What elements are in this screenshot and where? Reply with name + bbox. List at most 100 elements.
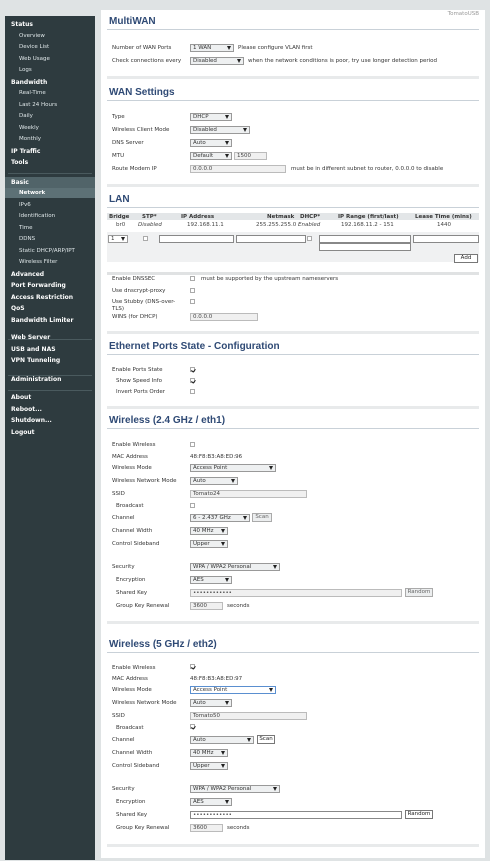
sidebar-item-logs[interactable]: Logs (19, 67, 32, 73)
invert-ports-order-checkbox[interactable] (190, 389, 195, 394)
wireless-client-mode-select[interactable]: Disabled (190, 126, 250, 134)
sidebar-item-advanced[interactable]: Advanced (11, 271, 44, 278)
w5-broadcast-checkbox[interactable] (190, 724, 195, 729)
sidebar-item-time[interactable]: Time (19, 225, 32, 231)
stubby-checkbox[interactable] (190, 299, 195, 304)
w24-renewal-input[interactable]: 3600 (190, 602, 223, 610)
w24-width-select[interactable]: 40 MHz (190, 527, 228, 535)
sidebar-item-vpn-tunneling[interactable]: VPN Tunneling (11, 357, 60, 364)
w5-enable-checkbox[interactable] (190, 664, 195, 669)
sidebar-item-wireless-filter[interactable]: Wireless Filter (19, 259, 57, 265)
w24-mode-select[interactable]: Access Point (190, 464, 276, 472)
section-rule (107, 428, 479, 429)
sidebar-item-ip-traffic[interactable]: IP Traffic (11, 148, 40, 155)
sidebar-item-static-dhcp[interactable]: Static DHCP/ARP/IPT (19, 248, 75, 254)
sidebar-item-device-list[interactable]: Device List (19, 44, 49, 50)
lan-edit-range-first-input[interactable] (319, 235, 411, 243)
w5-netmode-select[interactable]: Auto (190, 699, 232, 707)
sidebar-item-ddns[interactable]: DDNS (19, 236, 35, 242)
sidebar-item-reboot[interactable]: Reboot... (11, 406, 42, 413)
sidebar-item-basic[interactable]: Basic (11, 179, 29, 186)
section-divider (107, 331, 479, 334)
w5-scan-button[interactable]: Scan (257, 735, 275, 744)
w5-width-select[interactable]: 40 MHz (190, 749, 228, 757)
sidebar-item-daily[interactable]: Daily (19, 113, 33, 119)
chevron-down-icon (225, 115, 229, 119)
lan-edit-lease-input[interactable] (413, 235, 479, 243)
chevron-down-icon (273, 565, 277, 569)
lan-edit-dhcp-checkbox[interactable] (307, 236, 312, 241)
w24-shared-key-input[interactable]: •••••••••••• (190, 589, 402, 597)
mtu-label: MTU (112, 153, 125, 159)
lan-edit-range-last-input[interactable] (319, 243, 411, 251)
w5-security-select[interactable]: WPA / WPA2 Personal (190, 785, 280, 793)
sidebar-item-shutdown[interactable]: Shutdown... (11, 417, 52, 424)
sidebar-item-administration[interactable]: Administration (11, 376, 61, 383)
section-divider (107, 844, 479, 847)
w5-sideband-select[interactable]: Upper (190, 762, 228, 770)
sidebar-item-tools[interactable]: Tools (11, 159, 28, 166)
w5-encryption-select[interactable]: AES (190, 798, 232, 806)
lan-edit-bridge-select[interactable]: 1 (108, 235, 128, 243)
sidebar-item-about[interactable]: About (11, 394, 31, 401)
lan-edit-netmask-input[interactable] (236, 235, 306, 243)
w5-shared-key-input[interactable]: •••••••••••• (190, 811, 402, 819)
w24-channel-select[interactable]: 6 - 2.437 GHz (190, 514, 250, 522)
wins-input[interactable]: 0.0.0.0 (190, 313, 258, 321)
w5-mac-value: 48:F8:B3:A8:ED:97 (190, 676, 243, 682)
chevron-down-icon (121, 237, 125, 241)
sidebar-item-status[interactable]: Status (11, 21, 33, 28)
w24-enable-checkbox[interactable] (190, 442, 195, 447)
w24-sideband-select[interactable]: Upper (190, 540, 228, 548)
sidebar-item-weekly[interactable]: Weekly (19, 125, 39, 131)
sidebar-item-overview[interactable]: Overview (19, 33, 45, 39)
enable-ports-state-checkbox[interactable] (190, 367, 195, 372)
w5-random-button[interactable]: Random (405, 810, 433, 819)
sidebar-item-last-24-hours[interactable]: Last 24 Hours (19, 102, 57, 108)
check-connections-select[interactable]: Disabled (190, 57, 244, 65)
w24-mac-label: MAC Address (112, 454, 148, 460)
sidebar-item-usb-and-nas[interactable]: USB and NAS (11, 346, 56, 353)
wan-ports-select[interactable]: 1 WAN (190, 44, 234, 52)
sidebar-item-port-forwarding[interactable]: Port Forwarding (11, 282, 66, 289)
sidebar-item-web-usage[interactable]: Web Usage (19, 56, 50, 62)
sidebar-item-qos[interactable]: QoS (11, 305, 25, 312)
dnscrypt-checkbox[interactable] (190, 288, 195, 293)
sidebar-item-real-time[interactable]: Real-Time (19, 90, 46, 96)
w5-renewal-input[interactable]: 3600 (190, 824, 223, 832)
sidebar-item-ipv6[interactable]: IPv6 (19, 202, 31, 208)
w5-ssid-input[interactable]: Tomato50 (190, 712, 307, 720)
w5-mode-select[interactable]: Access Point (190, 686, 276, 694)
sidebar-item-identification[interactable]: Identification (19, 213, 55, 219)
w24-scan-button[interactable]: Scan (252, 513, 272, 522)
lan-col-bridge: Bridge (109, 214, 130, 220)
lan-edit-ip-input[interactable] (159, 235, 234, 243)
sidebar-item-web-server[interactable]: Web Server (11, 334, 50, 341)
dns-server-select[interactable]: Auto (190, 139, 232, 147)
w24-security-select[interactable]: WPA / WPA2 Personal (190, 563, 280, 571)
enable-dnssec-checkbox[interactable] (190, 276, 195, 281)
lan-edit-stp-checkbox[interactable] (143, 236, 148, 241)
sidebar-item-monthly[interactable]: Monthly (19, 136, 41, 142)
w24-broadcast-checkbox[interactable] (190, 503, 195, 508)
sidebar-item-network[interactable]: Network (19, 190, 45, 196)
w24-ssid-label: SSID (112, 491, 125, 497)
sidebar-item-bandwidth-limiter[interactable]: Bandwidth Limiter (11, 317, 73, 324)
mtu-mode-select[interactable]: Default (190, 152, 232, 160)
w5-sideband-label: Control Sideband (112, 763, 160, 769)
mtu-input[interactable]: 1500 (234, 152, 267, 160)
w24-encryption-select[interactable]: AES (190, 576, 232, 584)
w24-ssid-input[interactable]: Tomato24 (190, 490, 307, 498)
show-speed-info-checkbox[interactable] (190, 378, 195, 383)
invert-ports-order-label: Invert Ports Order (116, 389, 166, 395)
lan-add-button[interactable]: Add (454, 254, 478, 263)
wan-type-select[interactable]: DHCP (190, 113, 232, 121)
w5-channel-select[interactable]: Auto (190, 736, 254, 744)
sidebar-item-logout[interactable]: Logout (11, 429, 35, 436)
sidebar-item-access-restriction[interactable]: Access Restriction (11, 294, 73, 301)
w24-netmode-select[interactable]: Auto (190, 477, 238, 485)
w5-renewal-label: Group Key Renewal (116, 825, 170, 831)
w24-random-button[interactable]: Random (405, 588, 433, 597)
sidebar-item-bandwidth[interactable]: Bandwidth (11, 79, 47, 86)
route-modem-ip-input[interactable]: 0.0.0.0 (190, 165, 286, 173)
